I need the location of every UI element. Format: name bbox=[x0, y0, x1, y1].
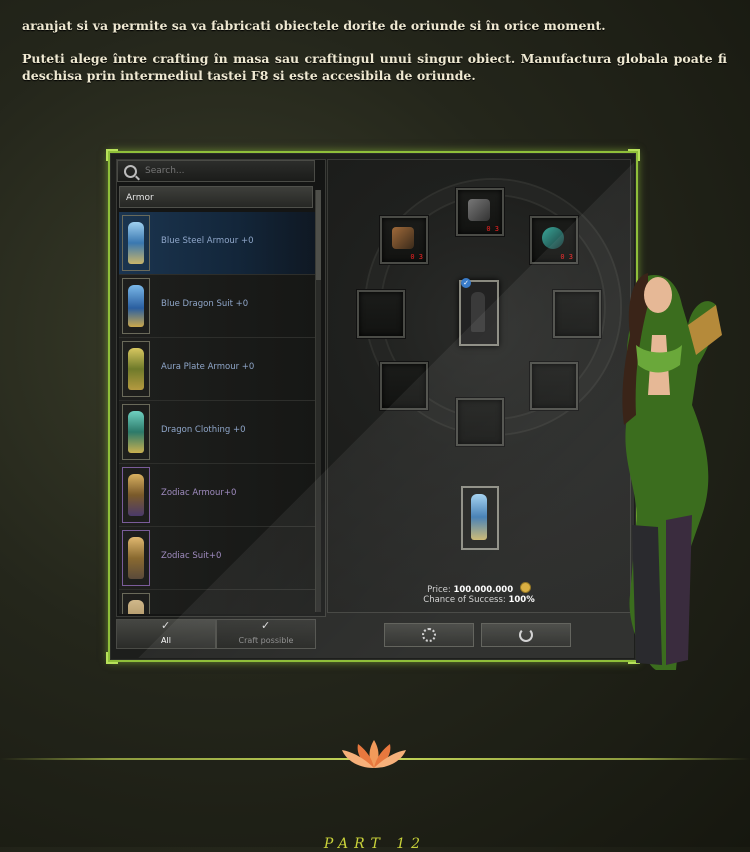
list-item[interactable]: Zodiac Suit+0 bbox=[119, 527, 315, 590]
item-thumbnail bbox=[122, 341, 150, 397]
material-slot-empty[interactable] bbox=[456, 398, 504, 446]
material-slot[interactable]: 0 3 bbox=[456, 188, 504, 236]
price-line: Price: 100.000.000 bbox=[328, 582, 630, 595]
character-illustration bbox=[622, 273, 722, 670]
armor-silhouette-icon bbox=[471, 292, 485, 332]
chance-line: Chance of Success: 100% bbox=[328, 595, 630, 605]
armor-icon bbox=[128, 537, 144, 579]
list-item[interactable]: Zodiac Armour+0 bbox=[119, 464, 315, 527]
material-slot[interactable]: 0 3 bbox=[530, 216, 578, 264]
material-slot-empty[interactable] bbox=[553, 290, 601, 338]
armor-icon bbox=[128, 348, 144, 390]
item-thumbnail bbox=[122, 278, 150, 334]
item-label: Zodiac Suit+0 bbox=[161, 551, 222, 561]
coin-icon bbox=[519, 582, 531, 593]
filter-craft-possible-tab[interactable]: Craft possible bbox=[216, 619, 316, 649]
intro-paragraph-2: Puteti alege între crafting în masa sau … bbox=[22, 50, 727, 83]
chance-label: Chance of Success: bbox=[423, 595, 506, 605]
result-item-slot[interactable] bbox=[461, 486, 499, 550]
item-label: Blue Dragon Suit +0 bbox=[161, 299, 249, 309]
armor-icon bbox=[128, 222, 144, 264]
checkmark-icon bbox=[261, 619, 271, 632]
material-icon bbox=[542, 227, 564, 249]
item-thumbnail bbox=[122, 530, 150, 586]
armor-icon bbox=[471, 494, 487, 540]
craft-button[interactable] bbox=[384, 623, 474, 647]
list-item[interactable] bbox=[119, 590, 315, 614]
armor-icon bbox=[128, 600, 144, 614]
armor-icon bbox=[128, 474, 144, 516]
material-count: 0 3 bbox=[486, 225, 499, 233]
list-item[interactable]: Dragon Clothing +0 bbox=[119, 401, 315, 464]
item-thumbnail bbox=[122, 593, 150, 614]
window-corner bbox=[106, 652, 118, 664]
material-count: 0 3 bbox=[560, 253, 573, 261]
reset-button[interactable] bbox=[481, 623, 571, 647]
list-item[interactable]: Aura Plate Armour +0 bbox=[119, 338, 315, 401]
refresh-icon bbox=[519, 628, 533, 642]
item-label: Blue Steel Armour +0 bbox=[161, 236, 254, 246]
intro-paragraph-1: aranjat si va permite sa va fabricati ob… bbox=[22, 17, 606, 33]
recipe-list: Blue Steel Armour +0 Blue Dragon Suit +0… bbox=[119, 212, 315, 614]
scrollbar-thumb[interactable] bbox=[316, 190, 321, 280]
target-item-slot[interactable]: ✓ bbox=[459, 278, 499, 346]
search-icon bbox=[124, 164, 137, 178]
search-input[interactable] bbox=[143, 165, 307, 177]
list-item[interactable]: Blue Dragon Suit +0 bbox=[119, 275, 315, 338]
material-icon bbox=[392, 227, 414, 249]
item-thumbnail bbox=[122, 215, 150, 271]
search-box[interactable] bbox=[117, 160, 315, 182]
category-header-armor[interactable]: Armor bbox=[119, 186, 313, 208]
filter-tabs: All Craft possible bbox=[116, 619, 316, 649]
material-slot-empty[interactable] bbox=[357, 290, 405, 338]
item-label: Zodiac Armour+0 bbox=[161, 488, 237, 498]
item-label: Aura Plate Armour +0 bbox=[161, 362, 255, 372]
price-label: Price: bbox=[427, 585, 451, 595]
list-item[interactable]: Blue Steel Armour +0 bbox=[119, 212, 315, 275]
filter-craft-possible-label: Craft possible bbox=[238, 636, 294, 645]
check-badge-icon: ✓ bbox=[461, 278, 471, 288]
list-scrollbar[interactable] bbox=[315, 190, 321, 612]
price-value: 100.000.000 bbox=[453, 585, 514, 595]
section-title: PART 12 bbox=[323, 836, 427, 852]
item-thumbnail bbox=[122, 467, 150, 523]
item-thumbnail bbox=[122, 404, 150, 460]
material-slot[interactable]: 0 3 bbox=[380, 216, 428, 264]
recipe-list-panel: Armor Blue Steel Armour +0 Blue Dragon S… bbox=[116, 159, 326, 617]
armor-icon bbox=[128, 411, 144, 453]
lotus-icon bbox=[342, 740, 406, 768]
checkmark-icon bbox=[161, 619, 171, 632]
armor-icon bbox=[128, 285, 144, 327]
crafting-panel: 0 3 0 3 0 3 ✓ Price: 100.000.000 Chance … bbox=[327, 159, 631, 613]
filter-all-tab[interactable]: All bbox=[116, 619, 216, 649]
chance-value: 100% bbox=[508, 595, 535, 605]
material-icon bbox=[468, 199, 490, 221]
gear-icon bbox=[422, 628, 436, 642]
material-count: 0 3 bbox=[410, 253, 423, 261]
item-label: Dragon Clothing +0 bbox=[161, 425, 246, 435]
filter-all-label: All bbox=[161, 636, 171, 645]
material-slot-empty[interactable] bbox=[530, 362, 578, 410]
material-slot-empty[interactable] bbox=[380, 362, 428, 410]
crafting-window: Armor Blue Steel Armour +0 Blue Dragon S… bbox=[106, 149, 640, 664]
